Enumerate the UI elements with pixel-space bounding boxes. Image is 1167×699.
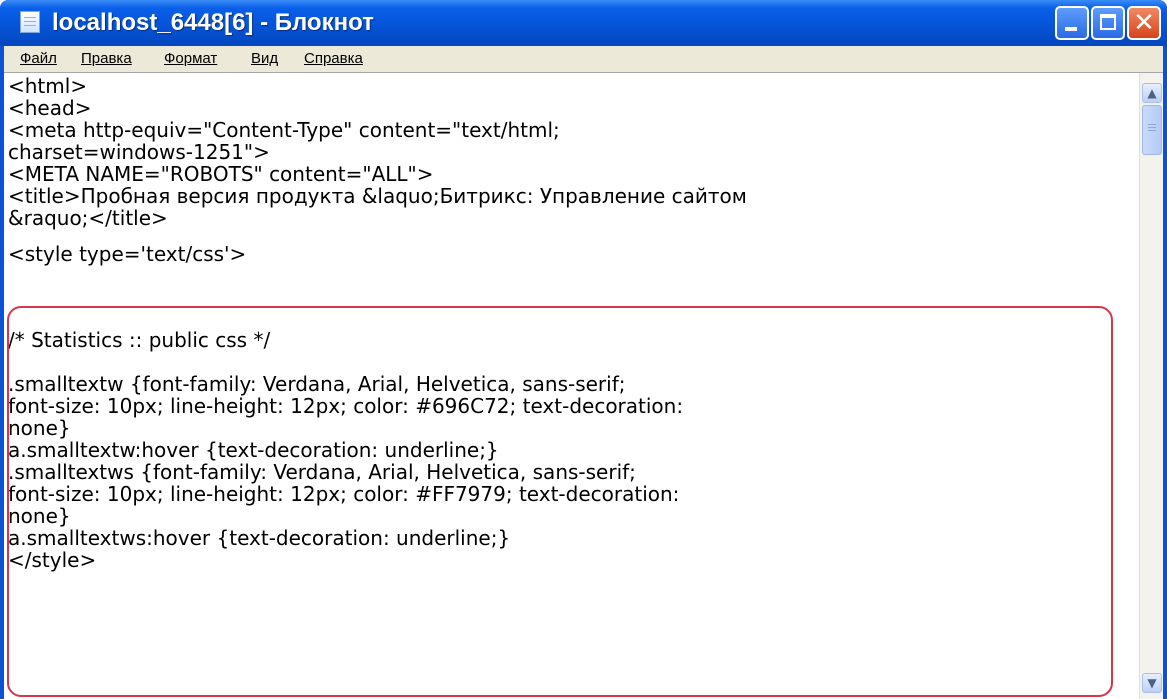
- scroll-up-button[interactable]: ▲: [1142, 83, 1162, 103]
- highlight-annotation: [7, 306, 1113, 697]
- code-line: &raquo;</title>: [8, 206, 168, 230]
- menu-file[interactable]: Файл: [20, 51, 57, 67]
- code-line: <html>: [8, 74, 88, 98]
- maximize-button[interactable]: [1091, 6, 1125, 40]
- notepad-icon[interactable]: [20, 11, 40, 33]
- minimize-icon: [1065, 27, 1077, 31]
- title-bar[interactable]: localhost_6448[6] - Блокнот ✕: [0, 0, 1167, 46]
- window-title: localhost_6448[6] - Блокнот: [52, 9, 374, 36]
- code-line: <META NAME="ROBOTS" content="ALL">: [8, 162, 434, 186]
- vertical-scrollbar[interactable]: ▲ ▼: [1139, 73, 1163, 699]
- code-line: <style type='text/css'>: [8, 242, 247, 266]
- menu-view[interactable]: Вид: [251, 51, 278, 67]
- code-line: <title>Пробная версия продукта &laquo;Би…: [8, 184, 747, 208]
- close-icon: ✕: [1133, 8, 1155, 38]
- menu-bar: Файл Правка Формат Вид Справка: [4, 46, 1163, 72]
- close-button[interactable]: ✕: [1127, 6, 1161, 40]
- chevron-down-icon: ▼: [1147, 676, 1157, 690]
- code-line: <head>: [8, 96, 92, 120]
- code-line: charset=windows-1251">: [8, 140, 270, 164]
- menu-edit[interactable]: Правка: [81, 51, 132, 67]
- notepad-window: localhost_6448[6] - Блокнот ✕ Файл Правк…: [0, 0, 1167, 699]
- text-editor[interactable]: <html> <head> <meta http-equiv="Content-…: [4, 72, 1163, 699]
- scroll-thumb[interactable]: [1142, 105, 1162, 155]
- menu-format[interactable]: Формат: [164, 51, 217, 67]
- maximize-icon: [1100, 14, 1116, 30]
- chevron-up-icon: ▲: [1147, 86, 1157, 100]
- scroll-down-button[interactable]: ▼: [1142, 673, 1162, 693]
- code-line: <meta http-equiv="Content-Type" content=…: [8, 118, 560, 142]
- menu-help[interactable]: Справка: [304, 51, 363, 67]
- minimize-button[interactable]: [1055, 6, 1089, 40]
